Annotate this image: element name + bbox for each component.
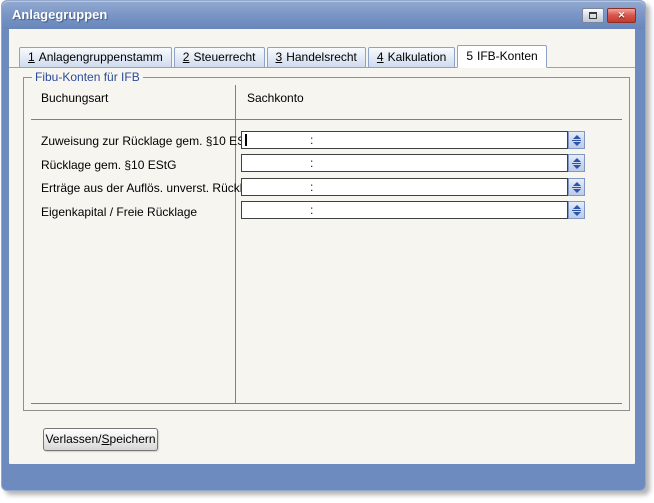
row-label: Eigenkapital / Freie Rücklage xyxy=(41,205,197,219)
tab-label: Handelsrecht xyxy=(286,50,357,64)
tab-steuerrecht[interactable]: 2Steuerrecht xyxy=(174,47,265,68)
tab-accel: 2 xyxy=(183,50,190,64)
table-bottom-line xyxy=(31,403,622,404)
input-mask-colon: : xyxy=(310,156,313,170)
tab-ifb-konten[interactable]: 5 IFB-Konten xyxy=(457,45,546,68)
groupbox-legend: Fibu-Konten für IFB xyxy=(32,70,143,84)
header-divider-line xyxy=(31,119,622,120)
spinner-divider xyxy=(572,163,581,164)
spin-up-icon[interactable] xyxy=(573,182,581,186)
close-button[interactable]: ✕ xyxy=(607,8,636,23)
spinner-divider xyxy=(572,187,581,188)
sachkonto-input[interactable]: : xyxy=(241,154,568,172)
row-label: Zuweisung zur Rücklage gem. §10 EStG xyxy=(41,134,258,148)
button-label-part: Verlassen/ xyxy=(45,432,101,446)
input-mask-colon: : xyxy=(310,180,313,194)
dialog-content: 1 Anlagengruppenstamm 2Steuerrecht 3Hande… xyxy=(9,29,635,464)
spin-down-icon[interactable] xyxy=(573,189,581,193)
spin-down-icon[interactable] xyxy=(573,142,581,146)
tab-label: Kalkulation xyxy=(388,50,447,64)
titlebar[interactable]: Anlagegruppen ✕ xyxy=(2,1,645,29)
button-accel: S xyxy=(102,432,110,446)
column-divider xyxy=(235,85,236,403)
tab-label: Steuerrecht xyxy=(193,50,255,64)
spinner-control[interactable] xyxy=(568,178,585,196)
spinner-control[interactable] xyxy=(568,131,585,149)
button-label-part: peichern xyxy=(110,432,156,446)
column-header-buchungsart: Buchungsart xyxy=(41,91,108,105)
tab-accel: 4 xyxy=(377,50,384,64)
input-mask-colon: : xyxy=(310,133,313,147)
verlassen-speichern-button[interactable]: Verlassen/Speichern xyxy=(43,428,158,451)
restore-button[interactable] xyxy=(582,8,604,23)
tab-label: IFB-Konten xyxy=(477,49,538,63)
window-title: Anlagegruppen xyxy=(12,7,107,22)
desktop-background: Anlagegruppen ✕ 1 Anlagengruppenstamm 2St… xyxy=(0,0,654,503)
sachkonto-input[interactable]: : xyxy=(241,131,568,149)
tab-accel: 3 xyxy=(276,50,283,64)
tab-strip: 1 Anlagengruppenstamm 2Steuerrecht 3Hande… xyxy=(19,45,549,68)
spinner-divider xyxy=(572,140,581,141)
spinner-control[interactable] xyxy=(568,154,585,172)
sachkonto-input[interactable]: : xyxy=(241,201,568,219)
fibu-konten-groupbox: Fibu-Konten für IFB Buchungsart Sachkont… xyxy=(23,77,630,411)
row-label: Erträge aus der Auflös. unverst. Rückl. xyxy=(41,181,246,195)
spin-up-icon[interactable] xyxy=(573,205,581,209)
close-icon: ✕ xyxy=(618,10,626,20)
sachkonto-input[interactable]: : xyxy=(241,178,568,196)
text-caret xyxy=(245,134,247,146)
row-label: Rücklage gem. §10 EStG xyxy=(41,158,176,172)
spin-up-icon[interactable] xyxy=(573,135,581,139)
tab-accel: 1 xyxy=(28,50,35,64)
tab-accel: 5 xyxy=(466,49,473,63)
spin-down-icon[interactable] xyxy=(573,212,581,216)
spin-up-icon[interactable] xyxy=(573,158,581,162)
anlagegruppen-window: Anlagegruppen ✕ 1 Anlagengruppenstamm 2St… xyxy=(1,0,646,491)
spin-down-icon[interactable] xyxy=(573,165,581,169)
tab-label: Anlagengruppenstamm xyxy=(39,50,163,64)
tab-handelsrecht[interactable]: 3Handelsrecht xyxy=(267,47,366,68)
input-mask-colon: : xyxy=(310,203,313,217)
spinner-divider xyxy=(572,210,581,211)
spinner-control[interactable] xyxy=(568,201,585,219)
column-header-sachkonto: Sachkonto xyxy=(247,91,304,105)
restore-icon xyxy=(589,12,597,19)
tab-anlagengruppenstamm[interactable]: 1 Anlagengruppenstamm xyxy=(19,47,172,68)
tab-kalkulation[interactable]: 4 Kalkulation xyxy=(368,47,455,68)
